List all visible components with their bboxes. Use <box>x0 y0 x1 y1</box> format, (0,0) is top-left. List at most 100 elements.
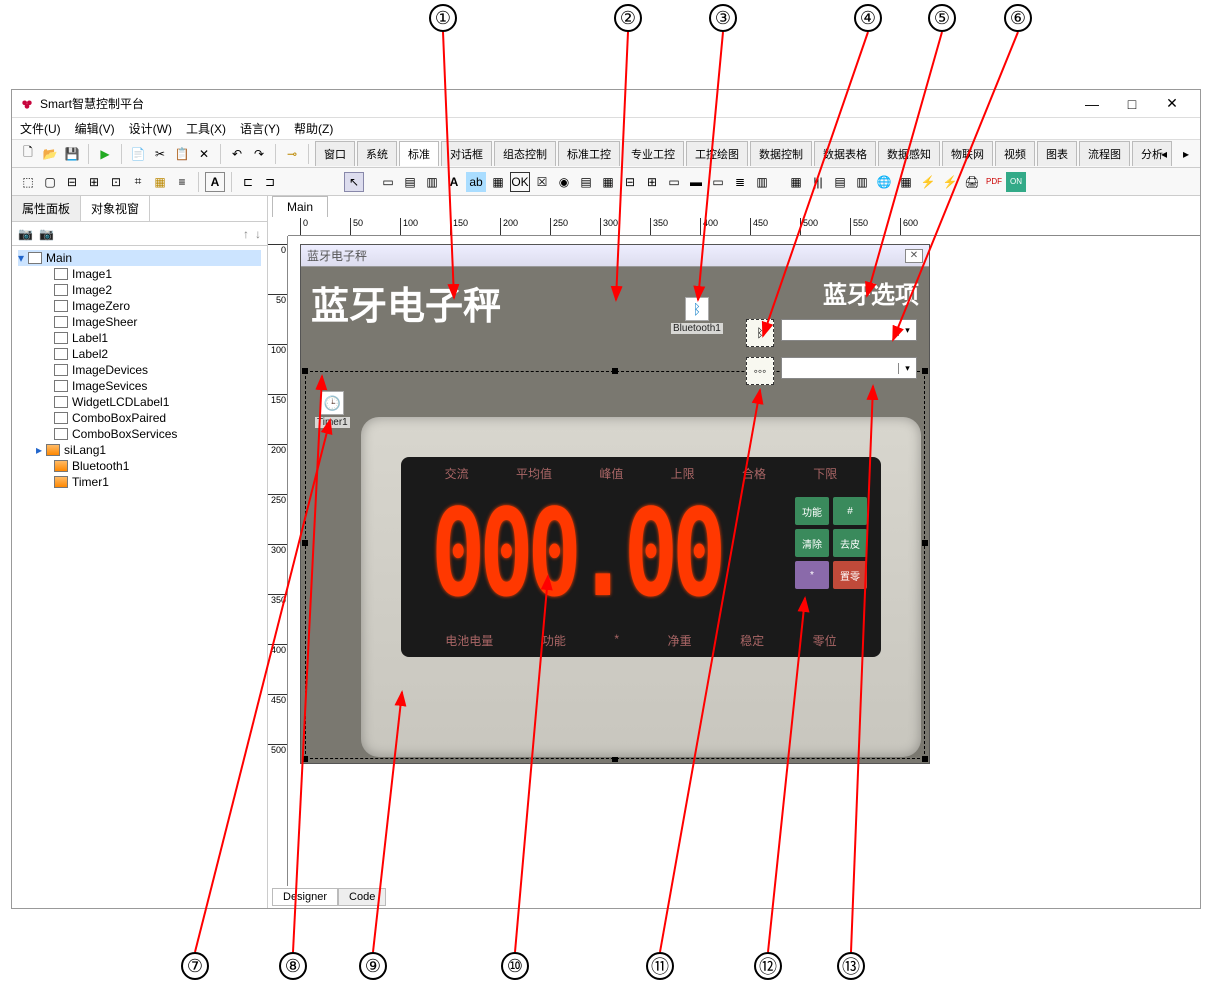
key-hash[interactable]: # <box>833 497 867 525</box>
align-5[interactable]: ⊡ <box>106 172 126 192</box>
form-bluetooth-scale[interactable]: 蓝牙电子秤 ✕ <box>300 244 930 764</box>
tab-code[interactable]: Code <box>338 888 386 906</box>
align-3[interactable]: ⊟ <box>62 172 82 192</box>
comp-6[interactable]: ▦ <box>488 172 508 192</box>
comptab-standard[interactable]: 标准 <box>399 141 439 166</box>
form-close-icon[interactable]: ✕ <box>905 249 923 263</box>
align-6[interactable]: ⌗ <box>128 172 148 192</box>
comp-globe[interactable]: 🌐 <box>874 172 894 192</box>
tree-item[interactable]: Bluetooth1 <box>18 458 261 474</box>
combo-services[interactable]: ▾ <box>781 357 917 379</box>
comp-21[interactable]: ▤ <box>830 172 850 192</box>
align-4[interactable]: ⊞ <box>84 172 104 192</box>
lp-btn-2[interactable]: 📷 <box>39 227 54 241</box>
tree-item[interactable]: Timer1 <box>18 474 261 490</box>
align-9[interactable]: ⊏ <box>238 172 258 192</box>
comp-12[interactable]: ⊟ <box>620 172 640 192</box>
comptab-flow[interactable]: 流程图 <box>1079 141 1130 166</box>
comptab-datatable[interactable]: 数据表格 <box>814 141 876 166</box>
maximize-button[interactable]: □ <box>1112 96 1152 112</box>
comp-7[interactable]: OK <box>510 172 530 192</box>
tree-item[interactable]: Label2 <box>18 346 261 362</box>
menu-design[interactable]: 设计(W) <box>129 120 172 137</box>
tab-scroll-right[interactable]: ▸ <box>1176 144 1196 164</box>
comptab-video[interactable]: 视频 <box>995 141 1035 166</box>
label-big-title[interactable]: 蓝牙电子秤 <box>311 275 501 330</box>
align-8[interactable]: ≡ <box>172 172 192 192</box>
comp-2[interactable]: ▤ <box>400 172 420 192</box>
form-titlebar[interactable]: 蓝牙电子秤 ✕ <box>301 245 929 267</box>
combo-paired[interactable]: ▾ <box>781 319 917 341</box>
comptab-dialog[interactable]: 对话框 <box>441 141 492 166</box>
redo-button[interactable]: ↷ <box>249 144 269 164</box>
comp-24[interactable]: ⚡ <box>918 172 938 192</box>
comptab-iot[interactable]: 物联网 <box>942 141 993 166</box>
pointer-tool[interactable]: ↖ <box>344 172 364 192</box>
tree-item[interactable]: Label1 <box>18 330 261 346</box>
comp-23[interactable]: ▦ <box>896 172 916 192</box>
comp-16[interactable]: ▭ <box>708 172 728 192</box>
tree-item[interactable]: WidgetLCDLabel1 <box>18 394 261 410</box>
comptab-stdctrl[interactable]: 标准工控 <box>558 141 620 166</box>
comp-13[interactable]: ⊞ <box>642 172 662 192</box>
menu-help[interactable]: 帮助(Z) <box>294 120 333 137</box>
comptab-datactrl[interactable]: 数据控制 <box>750 141 812 166</box>
tree-root[interactable]: ▾Main <box>18 250 261 266</box>
tab-scroll-left[interactable]: ◂ <box>1154 144 1174 164</box>
save-button[interactable]: 💾 <box>62 144 82 164</box>
comp-8[interactable]: ☒ <box>532 172 552 192</box>
tree-item[interactable]: ImageZero <box>18 298 261 314</box>
label-options[interactable]: 蓝牙选项 <box>823 275 919 310</box>
comp-14[interactable]: ▭ <box>664 172 684 192</box>
tree-item[interactable]: ▸siLang1 <box>18 442 261 458</box>
comptab-system[interactable]: 系统 <box>357 141 397 166</box>
tree-item[interactable]: Image1 <box>18 266 261 282</box>
key-zero[interactable]: 置零 <box>833 561 867 589</box>
menu-tools[interactable]: 工具(X) <box>186 120 226 137</box>
tree-item[interactable]: ImageSevices <box>18 378 261 394</box>
object-tree[interactable]: ▾Main Image1Image2ImageZeroImageSheerLab… <box>12 246 267 908</box>
paste-button[interactable]: 📋 <box>172 144 192 164</box>
lp-up[interactable]: ↑ <box>243 227 249 241</box>
comptab-group[interactable]: 组态控制 <box>494 141 556 166</box>
tree-item[interactable]: ImageDevices <box>18 362 261 378</box>
tab-properties[interactable]: 属性面板 <box>12 196 81 221</box>
text-a[interactable]: A <box>205 172 225 192</box>
key-clear[interactable]: 清除 <box>795 529 829 557</box>
design-tab-main[interactable]: Main <box>272 196 328 217</box>
comptab-datasense[interactable]: 数据感知 <box>878 141 940 166</box>
new-button[interactable]: 🗋 <box>18 144 38 164</box>
key-button[interactable]: ⊸ <box>282 144 302 164</box>
comptab-proctrl[interactable]: 专业工控 <box>622 141 684 166</box>
comp-17[interactable]: ≣ <box>730 172 750 192</box>
bluetooth-component[interactable]: ᛒ Bluetooth1 <box>671 297 723 334</box>
tab-object-view[interactable]: 对象视窗 <box>81 196 150 221</box>
menu-file[interactable]: 文件(U) <box>20 120 61 137</box>
lp-btn-1[interactable]: 📷 <box>18 227 33 241</box>
tree-item[interactable]: ComboBoxServices <box>18 426 261 442</box>
run-button[interactable]: ▶ <box>95 144 115 164</box>
comp-switch[interactable]: ON <box>1006 172 1026 192</box>
comp-9[interactable]: ◉ <box>554 172 574 192</box>
comp-printer[interactable]: 🖨 <box>962 172 982 192</box>
minimize-button[interactable]: — <box>1072 96 1112 112</box>
comp-18[interactable]: ▥ <box>752 172 772 192</box>
comp-19[interactable]: ▦ <box>786 172 806 192</box>
comp-10[interactable]: ▤ <box>576 172 596 192</box>
tree-item[interactable]: Image2 <box>18 282 261 298</box>
key-tare[interactable]: 去皮 <box>833 529 867 557</box>
menu-edit[interactable]: 编辑(V) <box>75 120 115 137</box>
align-1[interactable]: ⬚ <box>18 172 38 192</box>
key-fn[interactable]: 功能 <box>795 497 829 525</box>
lp-down[interactable]: ↓ <box>255 227 261 241</box>
timer-component[interactable]: 🕒 Timer1 <box>315 391 350 428</box>
comp-1[interactable]: ▭ <box>378 172 398 192</box>
align-10[interactable]: ⊐ <box>260 172 280 192</box>
align-7[interactable]: ▦ <box>150 172 170 192</box>
menu-lang[interactable]: 语言(Y) <box>240 120 280 137</box>
comptab-window[interactable]: 窗口 <box>315 141 355 166</box>
comp-pdf[interactable]: PDF <box>984 172 1004 192</box>
undo-button[interactable]: ↶ <box>227 144 247 164</box>
comp-5[interactable]: ab <box>466 172 486 192</box>
comp-15[interactable]: ▬ <box>686 172 706 192</box>
